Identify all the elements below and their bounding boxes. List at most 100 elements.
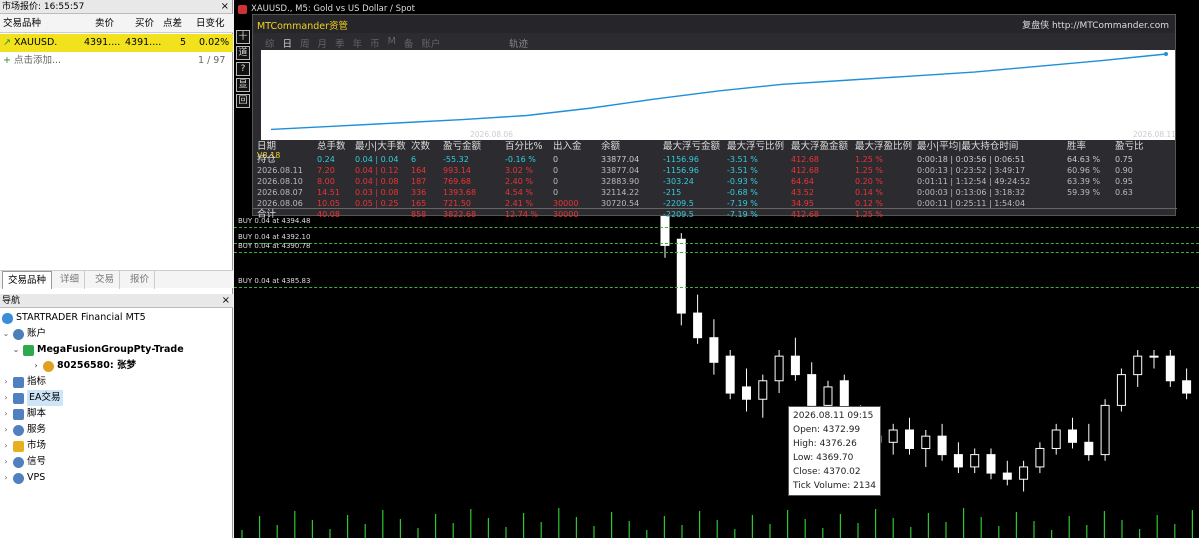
chevron-right-icon[interactable]: › [2, 374, 10, 390]
equity-curve-plot [261, 50, 1175, 140]
stats-cell: 30000 [553, 210, 579, 219]
close-icon[interactable]: × [221, 0, 229, 14]
scripts-icon [13, 408, 24, 420]
accounts-icon [13, 328, 24, 340]
stats-cell: -0.16 % [505, 155, 536, 164]
candle-body [1116, 374, 1126, 406]
cloud-icon [13, 472, 24, 484]
price-chart[interactable]: XAUUSD., M5: Gold vs US Dollar / Spot 十 … [234, 0, 1199, 538]
chart-side-toolbar: 十 道 ? 显 回 [236, 30, 252, 110]
crosshair-icon[interactable]: 十 [236, 30, 250, 44]
position-line[interactable] [234, 252, 1199, 253]
candle-tooltip: 2026.08.11 09:15 Open: 4372.99 High: 437… [788, 406, 881, 496]
candle-body [905, 429, 914, 449]
stats-cell: -0.68 % [727, 188, 758, 197]
nav-services[interactable]: › 服务 [2, 422, 46, 438]
position-line[interactable] [234, 227, 1199, 228]
server-icon [23, 344, 34, 356]
col-spread[interactable]: 点差 [163, 14, 182, 33]
tab-day[interactable]: 日 [283, 36, 293, 50]
chevron-down-icon[interactable]: ⌄ [2, 326, 10, 342]
help-icon[interactable]: ? [236, 62, 250, 76]
stats-cell: 32114.22 [601, 188, 640, 197]
tab-trading[interactable]: 交易 [90, 271, 121, 289]
nav-scripts[interactable]: › 脚本 [2, 406, 46, 422]
candle-body [1035, 447, 1045, 468]
nav-indicators[interactable]: › 指标 [2, 374, 46, 390]
mtc-link[interactable]: 复盘侠 http://MTCommander.com [1022, 18, 1169, 31]
stats-cell: 0.04 | 0.08 [355, 177, 399, 186]
stats-header: 最大浮亏比例 [727, 141, 785, 152]
col-ask[interactable]: 买价 [135, 14, 154, 33]
tab-year[interactable]: 年 [353, 36, 363, 50]
stats-cell: 1.25 % [855, 166, 883, 175]
nav-market[interactable]: › 市场 [2, 438, 46, 454]
up-arrow-icon: ↗ [3, 37, 11, 48]
stats-cell: 2.40 % [505, 177, 533, 186]
stats-cell: 1393.68 [443, 188, 477, 197]
tab-trajectory[interactable]: 轨迹 [509, 36, 528, 50]
nav-broker[interactable]: STARTRADER Financial MT5 [2, 310, 146, 326]
broker-icon [2, 312, 13, 324]
chevron-right-icon[interactable]: › [2, 390, 10, 406]
stats-cell: -303.24 [663, 177, 694, 186]
close-icon[interactable]: × [222, 294, 230, 308]
equity-start-date: 2026.08.06 [470, 130, 513, 139]
add-symbol-row[interactable]: + 点击添加... 1 / 97 [0, 52, 233, 69]
stats-cell: 32883.90 [601, 177, 640, 186]
stats-cell: 0.95 [1115, 177, 1133, 186]
tooltip-high: High: 4376.26 [793, 439, 857, 449]
col-symbol[interactable]: 交易品种 [3, 14, 41, 33]
stats-cell: 1.25 % [855, 155, 883, 164]
tab-currency[interactable]: 币 [370, 36, 380, 50]
tab-note[interactable]: 备 [404, 36, 414, 50]
col-change[interactable]: 日变化 [196, 14, 225, 33]
symbol-row[interactable]: ↗ XAUUSD. 4391.... 4391.... 5 0.02% [0, 34, 233, 52]
display-icon[interactable]: 显 [236, 78, 250, 92]
stats-header: 最小|平均|最大持仓时间 [917, 141, 1019, 152]
trade-icon[interactable]: 道 [236, 46, 250, 60]
chevron-down-icon[interactable]: ⌄ [12, 342, 20, 358]
stats-header: 最大浮盈金额 [791, 141, 849, 152]
nav-signals[interactable]: › 信号 [2, 454, 46, 470]
navigator-title: 导航 [2, 296, 21, 306]
stats-cell: 0.90 [1115, 166, 1133, 175]
tab-month[interactable]: 月 [318, 36, 328, 50]
col-bid[interactable]: 卖价 [95, 14, 114, 33]
position-line[interactable] [234, 243, 1199, 244]
stats-cell: -3.51 % [727, 166, 758, 175]
stats-cell: 0.63 [1115, 188, 1133, 197]
equity-end-date: 2026.08.11 [1133, 130, 1176, 139]
equity-end-point [1164, 52, 1168, 56]
tab-account[interactable]: 账户 [421, 36, 440, 50]
tab-ticks[interactable]: 报价 [125, 271, 156, 289]
chevron-right-icon[interactable]: › [2, 406, 10, 422]
nav-experts[interactable]: › EA交易 [2, 390, 63, 406]
candle-body [986, 454, 996, 474]
chevron-right-icon[interactable]: › [32, 358, 40, 374]
candle-body [742, 386, 751, 400]
tab-week[interactable]: 周 [300, 36, 310, 50]
candle-body [790, 355, 800, 376]
tab-details[interactable]: 详细 [55, 271, 86, 289]
candle-body [1100, 404, 1110, 456]
nav-server[interactable]: ⌄ MegaFusionGroupPty-Trade [12, 342, 184, 358]
nav-vps[interactable]: › VPS [2, 470, 45, 486]
chevron-right-icon[interactable]: › [2, 438, 10, 454]
tab-quarter[interactable]: 季 [335, 36, 345, 50]
stats-cell: 412.68 [791, 155, 819, 164]
market-watch-columns: 交易品种 卖价 买价 点差 日变化 [0, 14, 233, 33]
nav-account[interactable]: › 80256580: 张梦 [32, 358, 136, 374]
stats-cell: 0.03 | 0.08 [355, 188, 399, 197]
expert-icon [13, 392, 24, 404]
tab-summary[interactable]: 综 [265, 36, 275, 50]
back-icon[interactable]: 回 [236, 94, 250, 108]
tab-magic[interactable]: M [388, 36, 396, 50]
nav-accounts[interactable]: ⌄ 账户 [2, 326, 46, 342]
position-line[interactable] [234, 287, 1199, 288]
chevron-right-icon[interactable]: › [2, 470, 10, 486]
tab-symbols[interactable]: 交易品种 [2, 271, 53, 289]
signals-icon [13, 456, 24, 468]
chevron-right-icon[interactable]: › [2, 454, 10, 470]
chevron-right-icon[interactable]: › [2, 422, 10, 438]
